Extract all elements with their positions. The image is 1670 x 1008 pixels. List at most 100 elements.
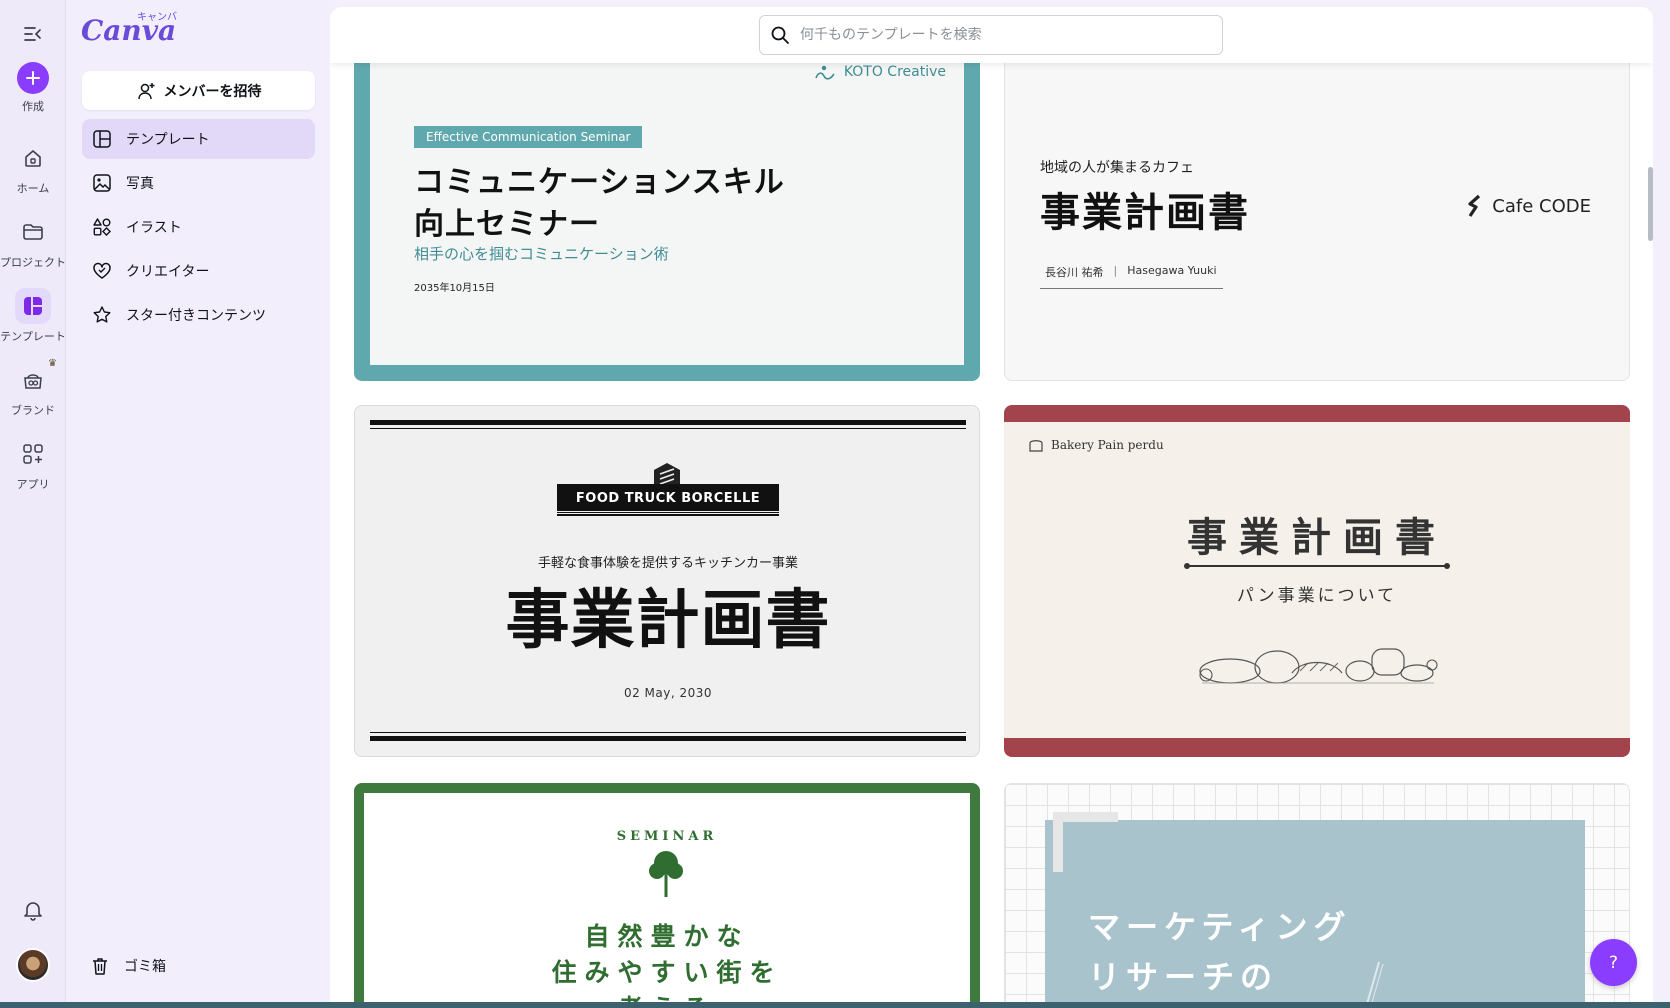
invite-label: メンバーを招待 [163,83,262,100]
left-rail: 作成 ホーム プロジェクト テンプレート ♛ ブランド アプリ [0,0,66,1008]
author-divider: | [1113,264,1118,277]
rail-apps-label: アプリ [16,478,50,491]
template-card-bakery[interactable]: Bakery Pain perdu 事業計画書 パン事業について [1004,405,1630,757]
nature-line1: 自然豊かな [584,922,750,951]
add-person-icon [137,82,154,99]
cafe-logo-icon [1468,194,1481,217]
pen-illustration [1364,961,1384,1008]
author-name-en: Hasegawa Yuuki [1127,264,1217,277]
search-bar[interactable] [759,15,1223,55]
logo-kana: キャンバ [137,12,177,23]
trash-label: ゴミ箱 [124,959,166,975]
seminar-title-line2: 向上セミナー [414,207,600,242]
bakery-divider-dot-right [1444,563,1450,569]
bakery-top-band [1004,405,1630,422]
rail-home-label: ホーム [16,182,50,195]
cafe-author: 長谷川 祐希 | Hasegawa Yuuki [1040,264,1223,289]
photo-icon [93,174,111,192]
top-bar [330,7,1653,63]
nav-item-label: クリエイター [126,264,210,280]
marketing-line2: リサーチの [1088,958,1279,996]
bakery-title: 事業計画書 [1187,515,1447,561]
bottom-rule-thin [370,732,966,733]
bell-icon [15,892,51,928]
nav-item-label: 写真 [126,176,154,192]
bakery-brand: Bakery Pain perdu [1028,438,1164,452]
invite-members-button[interactable]: メンバーを招待 [82,71,315,110]
foodtruck-title: 事業計画書 [505,584,831,658]
cafe-brand-text: Cafe CODE [1492,195,1591,217]
avatar-image [16,948,50,982]
nav-item-label: スター付きコンテンツ [126,308,266,324]
rail-create[interactable]: 作成 [0,62,66,114]
side-panel: Canva キャンバ メンバーを招待 テンプレート 写真 イラスト クリエイター… [67,0,329,1008]
template-card-nature-seminar[interactable]: SEMINAR 自然豊かな 住みやすい街を 考える [354,783,980,1008]
koto-logo-icon [815,65,835,80]
notifications-button[interactable] [0,892,66,932]
top-rule-thin [370,428,966,429]
seminar-date: 2035年10月15日 [414,283,495,294]
rail-apps[interactable]: アプリ [0,436,66,492]
avatar[interactable] [0,948,66,982]
collapse-icon [15,16,51,52]
rail-projects[interactable]: プロジェクト [0,214,66,270]
scrollbar-thumb[interactable] [1648,167,1653,241]
rail-templates-label: テンプレート [0,330,66,343]
nav-item-starred[interactable]: スター付きコンテンツ [82,295,315,335]
cafe-brand: Cafe CODE [1466,194,1591,218]
nature-kicker: SEMINAR [616,829,718,844]
nav-item-photos[interactable]: 写真 [82,163,315,203]
main-content: KOTO Creative Effective Communication Se… [330,7,1653,1008]
creator-heart-icon [93,262,111,279]
bakery-divider [1187,565,1447,567]
cafe-title: 事業計画書 [1040,190,1250,236]
template-card-communication[interactable]: KOTO Creative Effective Communication Se… [354,57,980,381]
top-rule [370,420,966,425]
nav-item-illustrations[interactable]: イラスト [82,207,315,247]
card-inner: SEMINAR 自然豊かな 住みやすい街を 考える [364,793,970,1008]
bread-logo-icon [1029,440,1043,452]
rail-brand[interactable]: ♛ ブランド [0,358,66,418]
seminar-tag: Effective Communication Seminar [414,126,643,148]
help-button[interactable]: ? [1590,939,1637,986]
nav-item-templates[interactable]: テンプレート [82,119,315,159]
foodtruck-brand: FOOD TRUCK BORCELLE [557,484,779,514]
tree-icon [649,851,683,897]
trash-icon [93,958,107,975]
templates-icon [15,288,51,324]
bottom-edge [0,1002,1670,1008]
seminar-title-line1: コミュニケーションスキル [414,165,785,200]
help-label: ? [1608,952,1619,973]
search-icon [771,26,789,44]
foodtruck-date: 02 May, 2030 [623,686,713,700]
crown-icon: ♛ [48,358,57,369]
template-card-foodtruck[interactable]: FOOD TRUCK BORCELLE 手軽な食事体験を提供するキッチンカー事業… [354,405,980,757]
rail-create-label: 作成 [22,100,44,113]
cafe-kicker: 地域の人が集まるカフェ [1040,160,1194,176]
brand-icon: ♛ [15,358,57,398]
template-card-cafe[interactable]: 地域の人が集まるカフェ 事業計画書 Cafe CODE 長谷川 祐希 | Has… [1004,57,1630,381]
folder-icon [15,214,51,250]
nav-item-label: イラスト [126,220,182,236]
template-card-marketing[interactable]: マーケティング リサーチの [1004,783,1630,1008]
template-icon [93,130,111,148]
star-icon [93,306,111,323]
nature-line2: 住みやすい街を [551,958,783,987]
bakery-bottom-band [1004,738,1630,757]
author-name-jp: 長谷川 祐希 [1045,266,1104,279]
collapse-sidebar-button[interactable] [0,16,66,56]
nav-item-creators[interactable]: クリエイター [82,251,315,291]
bakery-subtitle: パン事業について [1236,586,1398,606]
apps-icon [15,436,51,472]
rail-home[interactable]: ホーム [0,140,66,196]
nav-item-label: テンプレート [126,132,210,148]
search-input[interactable] [800,27,1200,43]
plus-icon [17,62,49,94]
trash-button[interactable]: ゴミ箱 [82,946,315,986]
panel-nav: テンプレート 写真 イラスト クリエイター スター付きコンテンツ [82,119,315,339]
rail-brand-label: ブランド [11,404,55,417]
rail-templates[interactable]: テンプレート [0,288,66,344]
card-inner: KOTO Creative Effective Communication Se… [370,57,964,365]
canva-logo[interactable]: Canva キャンバ [81,6,181,50]
koto-brand: KOTO Creative [814,64,946,80]
